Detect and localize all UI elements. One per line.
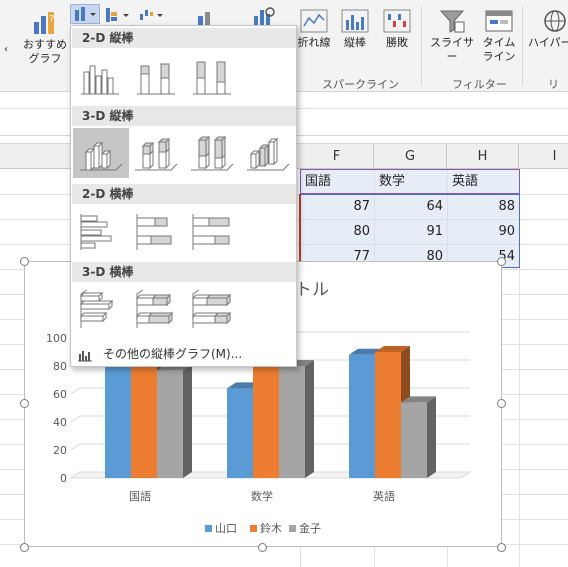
- 3d-clustered-bar-icon[interactable]: [75, 288, 125, 332]
- bar: [349, 354, 375, 478]
- bar: [375, 352, 401, 478]
- clustered-bar-icon[interactable]: [75, 210, 125, 254]
- sparkline-column-button[interactable]: 縦棒: [338, 8, 372, 50]
- 3d-100-percent-stacked-bar-icon[interactable]: [187, 288, 237, 332]
- sparkline-column-icon: [341, 9, 369, 33]
- clustered-column-icon[interactable]: [75, 56, 125, 100]
- legend-swatch: [289, 525, 296, 532]
- slicer-icon: [439, 10, 465, 33]
- section-3d-column: 3-D 縦棒: [72, 106, 296, 126]
- sparkline-line-button[interactable]: 折れ線: [296, 8, 332, 50]
- sparkline-line-icon: [300, 9, 328, 33]
- x-tick-label: 数学: [251, 490, 273, 503]
- section-2d-column: 2-D 縦棒: [72, 28, 296, 48]
- bar: [279, 366, 305, 478]
- resize-handle[interactable]: [497, 399, 506, 408]
- sparkline-winloss-label: 勝敗: [386, 36, 408, 49]
- hierarchy-chart-icon[interactable]: [104, 6, 132, 24]
- ribbon-scroll-left-icon[interactable]: ‹: [4, 44, 8, 55]
- legend-item[interactable]: 山口: [205, 520, 237, 536]
- more-column-charts-item[interactable]: その他の縦棒グラフ(M)...: [71, 344, 296, 364]
- resize-handle[interactable]: [20, 257, 29, 266]
- bar-side: [183, 364, 192, 478]
- series-name-range-border: [300, 169, 520, 194]
- hyperlink-label: ハイパー: [528, 36, 568, 49]
- slicer-button[interactable]: スライサー: [426, 8, 478, 64]
- x-tick-label: 国語: [129, 490, 151, 503]
- recommended-label-2: グラフ: [28, 52, 62, 65]
- recommended-label-1: おすすめ: [23, 38, 67, 51]
- 3d-stacked-column-icon[interactable]: [131, 132, 181, 176]
- column-chart-icon: [75, 7, 96, 21]
- 3d-100-percent-stacked-column-icon[interactable]: [187, 132, 237, 176]
- bar: [157, 370, 183, 478]
- hyperlink-icon: [544, 10, 566, 32]
- legend-item[interactable]: 鈴木: [250, 520, 282, 536]
- bar: [401, 402, 427, 478]
- values-range-border: [300, 194, 520, 268]
- sparkline-winloss-button[interactable]: 勝敗: [380, 8, 414, 50]
- legend-swatch: [205, 525, 212, 532]
- stacked-bar-icon[interactable]: [131, 210, 181, 254]
- column-header-i[interactable]: I: [519, 144, 568, 170]
- resize-handle[interactable]: [497, 543, 506, 552]
- sparkline-column-label: 縦棒: [344, 36, 366, 49]
- timeline-button[interactable]: タイム ライン: [480, 8, 518, 64]
- legend-label: 金子: [299, 522, 321, 535]
- 100-percent-stacked-bar-icon[interactable]: [187, 210, 237, 254]
- legend-item[interactable]: 金子: [289, 520, 321, 536]
- resize-handle[interactable]: [497, 257, 506, 266]
- legend-label: 山口: [215, 522, 237, 535]
- timeline-icon: [485, 10, 513, 32]
- bar: [227, 388, 253, 478]
- stacked-column-icon[interactable]: [131, 56, 181, 100]
- column-chart-dropdown[interactable]: 2-D 縦棒 3-D 縦棒 2-D 横棒 3-D 横棒 その他の縦棒グラフ(M)…: [70, 25, 297, 367]
- timeline-label-2: ライン: [482, 50, 516, 63]
- column-header-h[interactable]: H: [447, 144, 519, 170]
- more-charts-label: その他の縦棒グラフ(M)...: [103, 347, 243, 361]
- section-2d-bar: 2-D 横棒: [72, 184, 296, 204]
- sparkline-winloss-icon: [383, 9, 411, 33]
- legend-swatch: [250, 525, 257, 532]
- 3d-clustered-column-icon[interactable]: [76, 132, 126, 176]
- section-3d-bar: 3-D 横棒: [72, 262, 296, 282]
- column-header-g[interactable]: G: [374, 144, 447, 170]
- sparkline-line-label: 折れ線: [297, 36, 331, 49]
- bar: [131, 366, 157, 478]
- more-charts-icon: [78, 351, 92, 362]
- sparkline-group-label: スパークライン: [322, 78, 399, 91]
- x-tick-label: 英語: [373, 490, 395, 503]
- 100-percent-stacked-column-icon[interactable]: [187, 56, 237, 100]
- bar-side: [305, 360, 314, 478]
- legend-label: 鈴木: [260, 522, 282, 535]
- ribbon-separator: [421, 6, 422, 86]
- bar-side: [427, 396, 436, 478]
- recommended-charts-icon: ?: [34, 12, 54, 34]
- recommended-charts-button[interactable]: ? おすすめ グラフ: [22, 8, 68, 66]
- bar: [253, 350, 279, 478]
- hyperlink-button[interactable]: ハイパー: [528, 8, 568, 50]
- waterfall-chart-icon[interactable]: [138, 6, 166, 24]
- category-range-border: [299, 194, 301, 268]
- slicer-label: スライサー: [430, 36, 474, 63]
- 3d-stacked-bar-icon[interactable]: [131, 288, 181, 332]
- timeline-label-1: タイム: [482, 36, 516, 49]
- resize-handle[interactable]: [20, 399, 29, 408]
- resize-handle[interactable]: [20, 543, 29, 552]
- column-header-f[interactable]: F: [300, 144, 374, 170]
- resize-handle[interactable]: [258, 543, 267, 552]
- 3d-column-icon[interactable]: [243, 132, 293, 176]
- bar: [105, 356, 131, 478]
- column-chart-button[interactable]: [70, 4, 100, 24]
- svg-text:?: ?: [49, 14, 54, 25]
- filter-group-label: フィルター: [452, 78, 507, 91]
- ribbon-separator: [522, 6, 523, 86]
